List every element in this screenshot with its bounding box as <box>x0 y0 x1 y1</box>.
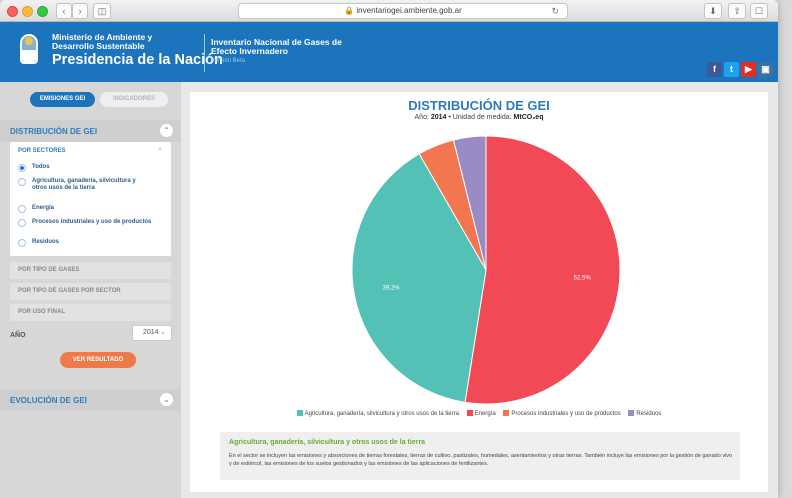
ministry-name: Ministerio de Ambiente y Desarrollo Sust… <box>52 32 153 51</box>
url-text: inventariogei.ambiente.gob.ar <box>356 6 462 15</box>
facebook-icon[interactable]: f <box>707 62 722 77</box>
legend-item[interactable]: Agricultura, ganadería, silvicultura y o… <box>296 410 459 417</box>
por-uso-final-item[interactable]: POR USO FINAL <box>10 304 171 321</box>
por-sectores-panel: POR SECTORES ⌃ Todos Agricultura, ganade… <box>10 142 171 256</box>
version-label: Versión Beta <box>211 58 246 64</box>
tabs-icon[interactable]: ☐ <box>750 3 768 19</box>
description-text: En el sector se incluyen las emisiones y… <box>229 453 733 467</box>
radio-icon[interactable] <box>18 164 26 172</box>
minimize-window-button[interactable] <box>22 6 33 17</box>
coat-of-arms-icon <box>20 34 38 64</box>
anio-select[interactable]: 2014 ⌄ <box>132 325 172 341</box>
radio-icon[interactable] <box>18 178 26 186</box>
back-icon[interactable]: ‹ <box>56 3 72 19</box>
radio-icon[interactable] <box>18 219 26 227</box>
anio-label: AÑO <box>10 332 26 339</box>
chevron-up-icon[interactable]: ⌃ <box>157 147 163 155</box>
chevron-down-icon: ⌄ <box>160 329 166 336</box>
por-tipo-de-gases-item[interactable]: POR TIPO DE GASES <box>10 262 171 279</box>
address-bar[interactable]: 🔒 inventariogei.ambiente.gob.ar ↻ <box>238 3 568 19</box>
youtube-icon[interactable]: ▶ <box>741 62 756 77</box>
chart-panel: DISTRIBUCIÓN DE GEI Año: 2014 • Unidad d… <box>190 92 768 492</box>
sidebar: EMISIONES GEI INDICADORES DISTRIBUCIÓN D… <box>0 82 181 498</box>
legend-item[interactable]: Energía <box>466 410 496 417</box>
pie-chart: 52.5% 39.2% <box>351 135 621 405</box>
download-icon[interactable]: ⬇ <box>704 3 722 19</box>
tab-emisiones-gei[interactable]: EMISIONES GEI <box>30 92 95 107</box>
description-title: Agricultura, ganadería, silvicultura y o… <box>229 439 426 446</box>
distribucion-label: DISTRIBUCIÓN DE GEI <box>10 127 98 136</box>
radio-icon[interactable] <box>18 239 26 247</box>
ver-resultado-button[interactable]: VER RESULTADO <box>60 352 136 368</box>
slice-energia[interactable] <box>464 135 621 405</box>
forward-icon[interactable]: › <box>72 3 88 19</box>
zoom-window-button[interactable] <box>37 6 48 17</box>
lock-icon: 🔒 <box>344 6 355 15</box>
browser-toolbar: ‹ › ◫ 🔒 inventariogei.ambiente.gob.ar ↻ … <box>0 0 778 22</box>
por-sectores-label: POR SECTORES <box>18 148 66 154</box>
legend-item[interactable]: Procesos industriales y uso de productos <box>503 410 621 417</box>
twitter-icon[interactable]: t <box>724 62 739 77</box>
reload-icon[interactable]: ↻ <box>551 4 559 18</box>
legend-item[interactable]: Residuos <box>628 410 661 417</box>
slice-percent-label: 39.2% <box>383 285 401 291</box>
inventory-title[interactable]: Inventario Nacional de Gases de Efecto I… <box>211 38 351 56</box>
site-header: Ministerio de Ambiente y Desarrollo Sust… <box>0 22 778 82</box>
close-window-button[interactable] <box>7 6 18 17</box>
por-tipo-gases-sector-item[interactable]: POR TIPO DE GASES POR SECTOR <box>10 283 171 300</box>
sidebar-toggle-icon[interactable]: ◫ <box>93 3 111 19</box>
instagram-icon[interactable]: ▣ <box>758 62 773 77</box>
sector-description: Agricultura, ganadería, silvicultura y o… <box>220 432 740 480</box>
evolucion-label: EVOLUCIÓN DE GEI <box>10 396 87 405</box>
slice-percent-label: 52.5% <box>574 276 592 282</box>
header-divider <box>204 34 205 72</box>
browser-window: ‹ › ◫ 🔒 inventariogei.ambiente.gob.ar ↻ … <box>0 0 778 498</box>
chart-legend: Agricultura, ganadería, silvicultura y o… <box>190 410 768 417</box>
tab-indicadores[interactable]: INDICADORES <box>100 92 168 107</box>
chevron-up-icon[interactable]: ⌃ <box>160 124 173 137</box>
chevron-down-icon[interactable]: ⌄ <box>160 393 173 406</box>
share-icon[interactable]: ⇧ <box>728 3 746 19</box>
presidencia-title: Presidencia de la Nación <box>52 52 223 68</box>
page-content: EMISIONES GEI INDICADORES DISTRIBUCIÓN D… <box>0 82 778 498</box>
anio-value: 2014 <box>143 329 159 336</box>
radio-icon[interactable] <box>18 205 26 213</box>
evolucion-section-header[interactable]: EVOLUCIÓN DE GEI ⌄ <box>0 389 181 411</box>
distribucion-section-header[interactable]: DISTRIBUCIÓN DE GEI ⌃ <box>0 120 181 142</box>
